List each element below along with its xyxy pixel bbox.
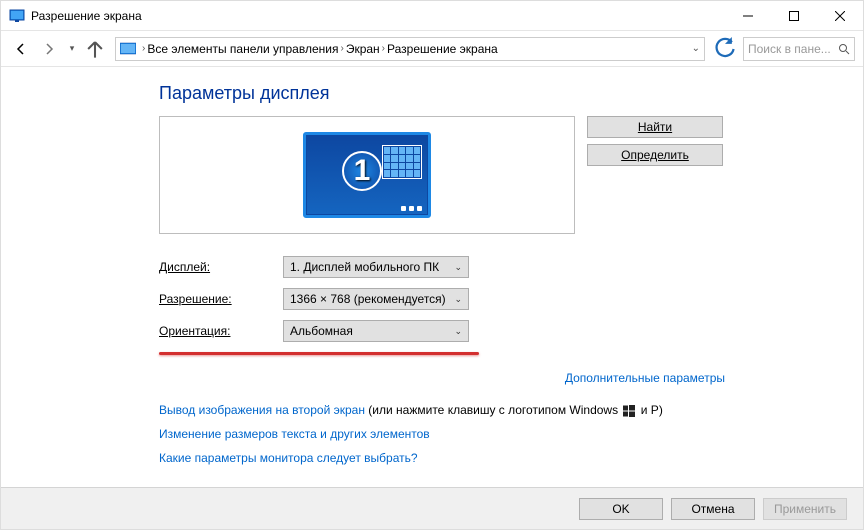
chevron-right-icon: › <box>340 43 343 54</box>
display-preview-row: 1 Найти Определить <box>159 116 723 234</box>
identify-button[interactable]: Определить <box>587 144 723 166</box>
orientation-dropdown[interactable]: Альбомная ⌄ <box>283 320 469 342</box>
window-titlebar: Разрешение экрана <box>1 1 863 31</box>
advanced-link-row: Дополнительные параметры <box>159 369 725 387</box>
back-button[interactable] <box>9 37 33 61</box>
resolution-value: 1366 × 768 (рекомендуется) <box>290 292 446 306</box>
resolution-dropdown[interactable]: 1366 × 768 (рекомендуется) ⌄ <box>283 288 469 310</box>
monitor-number: 1 <box>342 151 382 191</box>
close-button[interactable] <box>817 1 863 31</box>
breadcrumb-dropdown[interactable]: ⌄ <box>692 43 700 54</box>
find-button[interactable]: Найти <box>587 116 723 138</box>
windows-logo-icon <box>623 405 635 417</box>
orientation-value: Альбомная <box>290 324 353 338</box>
resolution-label: Разрешение: <box>159 292 283 306</box>
window-title: Разрешение экрана <box>31 9 725 23</box>
chevron-down-icon: ⌄ <box>454 294 462 305</box>
second-screen-suffix: (или нажмите клавишу с логотипом Windows <box>365 403 621 417</box>
monitor-preview[interactable]: 1 <box>303 132 431 218</box>
window-controls <box>725 1 863 31</box>
chevron-down-icon: ⌄ <box>454 262 462 273</box>
search-input[interactable]: Поиск в пане... <box>743 37 855 61</box>
display-preview-box[interactable]: 1 <box>159 116 575 234</box>
second-screen-link[interactable]: Вывод изображения на второй экран <box>159 403 365 417</box>
apply-button: Применить <box>763 498 847 520</box>
settings-form: Дисплей: 1. Дисплей мобильного ПК ⌄ Разр… <box>159 256 723 342</box>
text-resize-line: Изменение размеров текста и других элеме… <box>159 427 723 441</box>
preview-buttons: Найти Определить <box>587 116 723 234</box>
breadcrumb-item[interactable]: Все элементы панели управления <box>147 42 338 56</box>
chevron-down-icon: ⌄ <box>454 326 462 337</box>
display-label: Дисплей: <box>159 260 283 274</box>
orientation-row: Ориентация: Альбомная ⌄ <box>159 320 723 342</box>
search-icon <box>838 43 850 55</box>
second-screen-line: Вывод изображения на второй экран (или н… <box>159 403 723 417</box>
which-settings-line: Какие параметры монитора следует выбрать… <box>159 451 723 465</box>
second-screen-after-logo: и P) <box>637 403 662 417</box>
cancel-button[interactable]: Отмена <box>671 498 755 520</box>
refresh-button[interactable] <box>713 37 737 61</box>
up-button[interactable] <box>83 37 107 61</box>
breadcrumb-item[interactable]: Разрешение экрана <box>387 42 498 56</box>
maximize-button[interactable] <box>771 1 817 31</box>
advanced-settings-link[interactable]: Дополнительные параметры <box>565 371 725 385</box>
display-value: 1. Дисплей мобильного ПК <box>290 260 439 274</box>
monitor-icon <box>120 42 136 56</box>
breadcrumb-item[interactable]: Экран <box>346 42 380 56</box>
display-row: Дисплей: 1. Дисплей мобильного ПК ⌄ <box>159 256 723 278</box>
monitor-taskbar-dots <box>401 206 422 211</box>
text-resize-link[interactable]: Изменение размеров текста и других элеме… <box>159 427 430 441</box>
monitor-thumbnail-grid <box>382 145 422 179</box>
content-area: Параметры дисплея 1 Найти Определить Дис… <box>1 67 863 465</box>
which-settings-link[interactable]: Какие параметры монитора следует выбрать… <box>159 451 418 465</box>
minimize-button[interactable] <box>725 1 771 31</box>
navigation-bar: ▾ › Все элементы панели управления › Экр… <box>1 31 863 67</box>
search-placeholder: Поиск в пане... <box>748 42 834 56</box>
breadcrumb-bar[interactable]: › Все элементы панели управления › Экран… <box>115 37 705 61</box>
display-dropdown[interactable]: 1. Дисплей мобильного ПК ⌄ <box>283 256 469 278</box>
ok-button[interactable]: OK <box>579 498 663 520</box>
chevron-right-icon: › <box>382 43 385 54</box>
dialog-footer: OK Отмена Применить <box>1 487 863 529</box>
monitor-icon <box>9 8 25 24</box>
orientation-label: Ориентация: <box>159 324 283 338</box>
highlight-underline <box>159 352 479 355</box>
chevron-right-icon: › <box>142 43 145 54</box>
forward-button[interactable] <box>37 37 61 61</box>
page-title: Параметры дисплея <box>159 83 723 104</box>
history-dropdown[interactable]: ▾ <box>65 37 79 61</box>
resolution-row: Разрешение: 1366 × 768 (рекомендуется) ⌄ <box>159 288 723 310</box>
